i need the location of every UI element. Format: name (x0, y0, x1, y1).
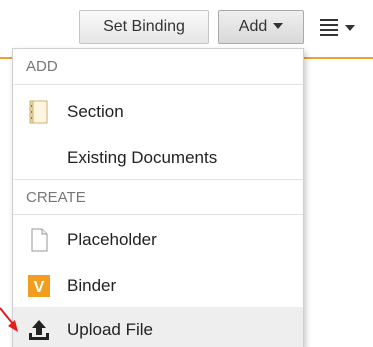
menu-item-label: Upload File (67, 320, 153, 339)
placeholder-icon (31, 228, 48, 252)
menu-item-label: Placeholder (67, 230, 157, 249)
section-icon (29, 100, 48, 124)
menu-item-binder[interactable]: V Binder (13, 263, 303, 309)
add-dropdown-menu: ADD Section Existing Documents CREATE Pl… (12, 48, 304, 347)
set-binding-button[interactable]: Set Binding (79, 10, 209, 44)
caret-down-icon (345, 25, 355, 31)
list-icon (320, 19, 338, 36)
menu-item-placeholder[interactable]: Placeholder (13, 217, 303, 263)
binder-icon: V (28, 275, 50, 297)
caret-down-icon (273, 22, 284, 29)
add-section-header: ADD (13, 49, 303, 85)
add-dropdown-button[interactable]: Add (218, 10, 304, 44)
menu-item-label: Section (67, 102, 124, 121)
upload-icon (29, 320, 49, 340)
menu-item-label: Binder (67, 276, 117, 295)
create-section-header: CREATE (13, 179, 303, 215)
menu-item-existing-documents[interactable]: Existing Documents (13, 135, 303, 181)
set-binding-label: Set Binding (103, 18, 185, 35)
view-menu-button[interactable] (316, 14, 366, 42)
add-label: Add (238, 18, 268, 35)
red-pointer-arrow-icon (0, 307, 18, 332)
menu-item-section[interactable]: Section (13, 89, 303, 135)
menu-item-upload-file[interactable]: Upload File (13, 307, 303, 347)
document-workspace: Set Binding Add ADD Section Existing Doc… (0, 0, 373, 347)
svg-text:V: V (34, 279, 45, 296)
menu-item-label: Existing Documents (67, 148, 218, 167)
